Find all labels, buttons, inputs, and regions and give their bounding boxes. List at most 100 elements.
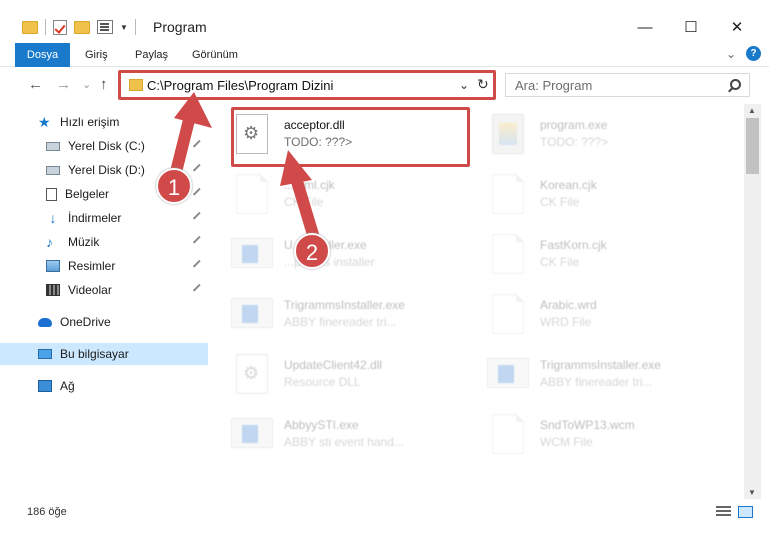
file-icon [492, 174, 524, 214]
sidebar-item-this-pc[interactable]: Bu bilgisayar [0, 343, 208, 365]
file-name: ...html.cjk [284, 178, 335, 192]
maximize-button[interactable]: ☐ [668, 14, 714, 40]
scroll-thumb[interactable] [746, 118, 759, 174]
search-icon[interactable] [730, 79, 741, 90]
file-type: CK File [284, 195, 324, 209]
minimize-button[interactable]: — [622, 14, 668, 40]
film-icon [46, 284, 60, 296]
file-type: Resource DLL [284, 375, 361, 389]
pin-icon[interactable] [192, 283, 205, 296]
star-icon: ★ [38, 114, 51, 130]
file-item[interactable]: TrigrammsInstaller.exe ABBY finereader t… [211, 288, 451, 344]
new-folder-icon[interactable] [74, 20, 90, 34]
exe-file-icon [231, 298, 273, 328]
item-count: 186 öğe [27, 506, 67, 518]
sidebar-item-label: Videolar [68, 283, 112, 297]
scroll-up-icon[interactable]: ▲ [748, 106, 756, 115]
document-icon [46, 187, 57, 201]
file-item[interactable]: program.exe TODO: ???> [467, 108, 707, 164]
file-name: Korean.cjk [540, 178, 597, 192]
pin-icon[interactable] [192, 187, 205, 200]
sidebar-item-disk-c[interactable]: Yerel Disk (C:) [0, 135, 208, 157]
file-type: CK File [540, 195, 580, 209]
music-icon: ♪ [46, 234, 53, 250]
tab-home[interactable]: Giriş [85, 43, 108, 67]
dll-file-icon [236, 354, 268, 394]
sidebar-item-videos[interactable]: Videolar [0, 279, 208, 301]
sidebar-item-label: İndirmeler [68, 211, 122, 225]
tab-view[interactable]: Görünüm [192, 43, 238, 67]
file-icon [492, 414, 524, 454]
file-name: TrigrammsInstaller.exe [284, 298, 405, 312]
properties-check-icon[interactable] [53, 19, 67, 35]
ribbon-tabs: Dosya Giriş Paylaş Görünüm ⌄ ? [0, 40, 769, 67]
forward-button[interactable]: → [56, 76, 71, 93]
file-name: program.exe [540, 118, 608, 132]
search-input[interactable]: Ara: Program [505, 73, 750, 97]
sidebar-item-label: Yerel Disk (C:) [68, 139, 145, 153]
sidebar-item-onedrive[interactable]: OneDrive [0, 311, 208, 333]
exe-file-icon [231, 418, 273, 448]
help-icon[interactable]: ? [746, 46, 761, 61]
sidebar-item-label: OneDrive [60, 315, 111, 329]
sidebar-item-network[interactable]: Ağ [0, 375, 208, 397]
recent-locations-button[interactable]: ⌄ [82, 78, 91, 91]
file-item[interactable]: AbbyySTI.exe ABBY sti event hand... [211, 408, 451, 464]
tab-file[interactable]: Dosya [15, 43, 70, 67]
network-icon [38, 380, 52, 392]
tab-share[interactable]: Paylaş [135, 43, 168, 67]
sidebar-item-label: Bu bilgisayar [60, 347, 129, 361]
exe-file-icon [487, 358, 529, 388]
pin-icon[interactable] [192, 139, 205, 152]
step-badge-1: 1 [156, 168, 192, 204]
sidebar-item-downloads[interactable]: ↓ İndirmeler [0, 207, 208, 229]
navigation-pane: ★ Hızlı erişim Yerel Disk (C:) Yerel Dis… [0, 104, 208, 499]
sidebar-item-label: Resimler [68, 259, 116, 273]
sidebar-item-quick-access[interactable]: ★ Hızlı erişim [0, 111, 208, 133]
file-item[interactable]: FastKorn.cjk CK File [467, 228, 707, 284]
vertical-scrollbar[interactable]: ▲ ▼ [744, 104, 761, 499]
separator [45, 19, 46, 35]
scroll-down-icon[interactable]: ▼ [748, 488, 756, 497]
expand-ribbon-icon[interactable]: ⌄ [726, 47, 736, 61]
file-type: ABBY finereader tri... [540, 375, 653, 389]
back-button[interactable]: ← [28, 76, 43, 93]
file-item[interactable]: TrigrammsInstaller.exe ABBY finereader t… [467, 348, 707, 404]
folder-icon[interactable] [22, 20, 38, 34]
quick-access-toolbar: ▼ [22, 17, 136, 37]
drive-icon [46, 141, 60, 151]
file-item[interactable]: ...html.cjk CK File [211, 168, 451, 224]
up-button[interactable]: ↑ [100, 76, 108, 93]
file-icon [492, 294, 524, 334]
sidebar-item-pictures[interactable]: Resimler [0, 255, 208, 277]
sidebar-item-label: Ağ [60, 379, 75, 393]
pin-icon[interactable] [192, 163, 205, 176]
file-name: TrigrammsInstaller.exe [540, 358, 661, 372]
sidebar-item-music[interactable]: ♪ Müzik [0, 231, 208, 253]
file-name: Arabic.wrd [540, 298, 597, 312]
file-type: TODO: ???> [540, 135, 609, 149]
file-type: ABBY sti event hand... [284, 435, 404, 449]
file-item[interactable]: UpdateClient42.dll Resource DLL [211, 348, 451, 404]
close-button[interactable]: ✕ [714, 14, 760, 40]
tiles-view-icon[interactable] [738, 506, 753, 518]
pin-icon[interactable] [192, 235, 205, 248]
properties-icon[interactable] [97, 20, 113, 34]
sidebar-item-label: Hızlı erişim [60, 115, 120, 129]
details-view-icon[interactable] [716, 506, 731, 518]
address-highlight-box [118, 70, 496, 100]
sidebar-item-label: Belgeler [65, 187, 110, 201]
customize-toolbar-icon[interactable]: ▼ [120, 23, 128, 32]
file-item[interactable]: U...Installer.exe ...pdates installer [211, 228, 451, 284]
computer-icon [38, 349, 52, 359]
file-item[interactable]: SndToWP13.wcm WCM File [467, 408, 707, 464]
file-item[interactable]: Korean.cjk CK File [467, 168, 707, 224]
sidebar-item-label: Müzik [68, 235, 100, 249]
step-badge-2: 2 [294, 233, 330, 269]
separator [134, 19, 136, 35]
file-item[interactable]: Arabic.wrd WRD File [467, 288, 707, 344]
pin-icon[interactable] [192, 211, 205, 224]
file-highlight-box [231, 107, 470, 167]
pin-icon[interactable] [192, 259, 205, 272]
file-name: UpdateClient42.dll [284, 358, 383, 372]
